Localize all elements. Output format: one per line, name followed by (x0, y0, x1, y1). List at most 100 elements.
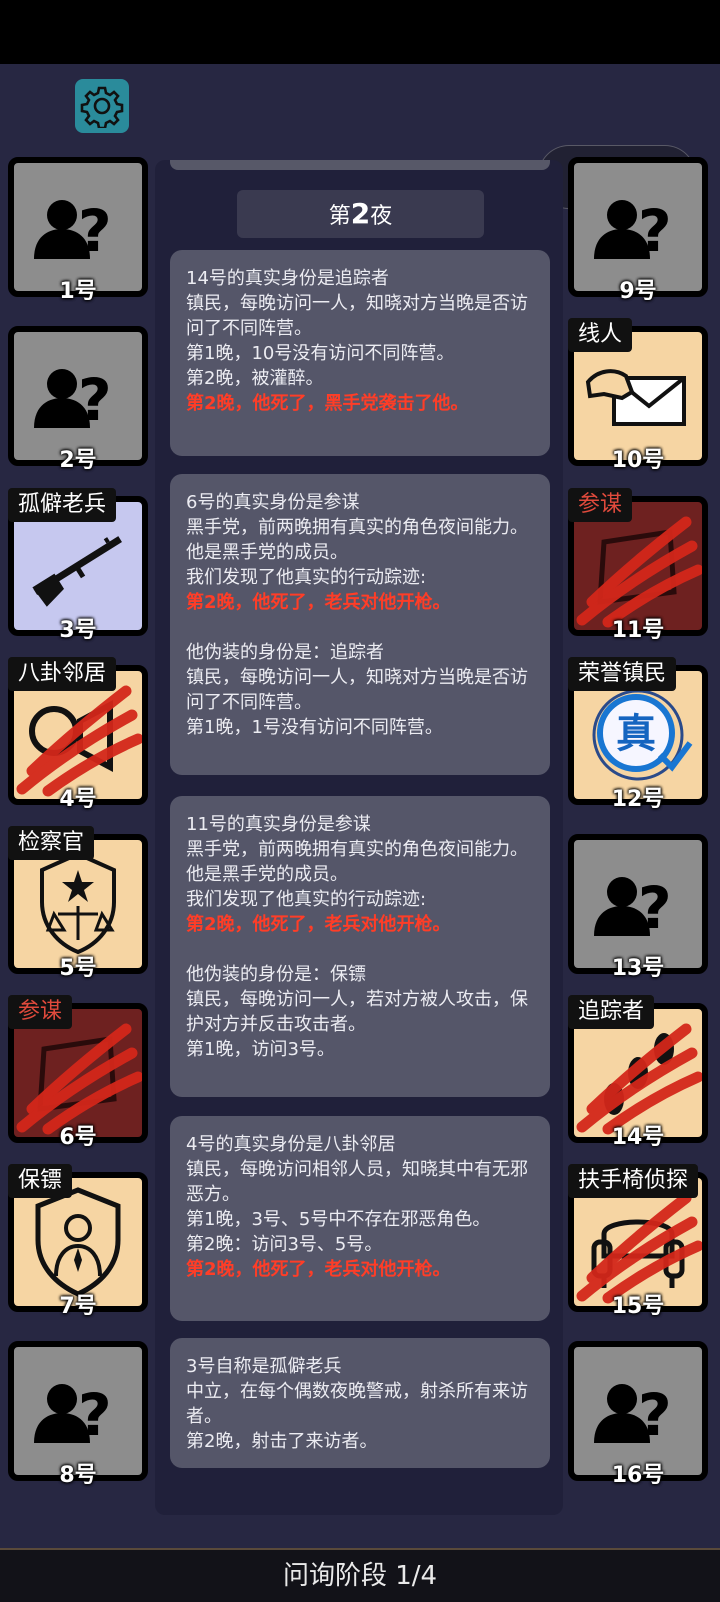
card-line: 他伪装的身份是：追踪者 (186, 642, 384, 663)
settings-button[interactable] (75, 79, 129, 133)
card-line: 我们发现了他真实的行动踪迹: (186, 567, 427, 588)
unknown-player-icon: ? (594, 874, 672, 942)
card-spacer (186, 937, 534, 962)
role-tag: 追踪者 (568, 995, 655, 1029)
role-tag: 扶手椅侦探 (568, 1164, 699, 1198)
player-slot-9[interactable]: ? 9号 (568, 157, 708, 304)
player-number: 15号 (611, 1294, 665, 1319)
card-line: 第2晚：访问3号、5号。 (186, 1234, 383, 1255)
svg-text:?: ? (78, 197, 112, 265)
card-line: 3号自称是孤僻老兵 (186, 1356, 342, 1377)
svg-text:?: ? (78, 1381, 112, 1449)
player-number: 11号 (611, 618, 665, 643)
night-title-suffix: 夜 (370, 204, 393, 229)
night-title: 第2夜 (237, 190, 484, 238)
player-number: 14号 (611, 1125, 665, 1150)
player-slot-12[interactable]: 真 荣誉镇民 12号 (568, 657, 708, 812)
card-line: 他伪装的身份是：保镖 (186, 964, 366, 985)
player-slot-4[interactable]: 八卦邻居 4号 (8, 657, 148, 812)
player-slot-13[interactable]: ? 13号 (568, 834, 708, 981)
player-slot-11[interactable]: 参谋 11号 (568, 488, 708, 643)
log-card: 3号自称是孤僻老兵中立，在每个偶数夜晚警戒，射杀所有来访者。第2晚，射击了来访者… (170, 1338, 550, 1468)
role-tag: 参谋 (8, 995, 73, 1029)
player-number: 6号 (59, 1125, 97, 1150)
role-tag: 参谋 (568, 488, 633, 522)
player-number: 8号 (59, 1463, 97, 1488)
player-slot-3[interactable]: 孤僻老兵 3号 (8, 488, 148, 643)
player-slot-15[interactable]: 扶手椅侦探 15号 (568, 1164, 708, 1319)
player-slot-10[interactable]: 线人 10号 (568, 318, 708, 473)
svg-text:?: ? (638, 197, 672, 265)
card-line: 他是黑手党的成员。 (186, 864, 348, 885)
player-number: 5号 (59, 956, 97, 981)
player-slot-7[interactable]: 保镖 7号 (8, 1164, 148, 1319)
card-line: 镇民，每晚访问一人，知晓对方当晚是否访问了不同阵营。 (186, 667, 528, 713)
card-spacer (186, 615, 534, 640)
death-notice: 第2晚，他死了，老兵对他开枪。 (186, 914, 451, 935)
player-slot-8[interactable]: ? 8号 (8, 1341, 148, 1488)
card-line: 第1晚，10号没有访问不同阵营。 (186, 343, 455, 364)
card-line: 黑手党，前两晚拥有真实的角色夜间能力。 (186, 839, 528, 860)
unknown-player-icon: ? (594, 1381, 672, 1449)
card-line: 中立，在每个偶数夜晚警戒，射杀所有来访者。 (186, 1381, 528, 1427)
card-line: 镇民，每晚访问一人，知晓对方当晚是否访问了不同阵营。 (186, 293, 528, 339)
gear-icon (80, 86, 124, 128)
player-number: 10号 (611, 448, 665, 473)
player-number: 12号 (611, 787, 665, 812)
role-tag: 八卦邻居 (8, 657, 117, 691)
card-line: 黑手党，前两晚拥有真实的角色夜间能力。 (186, 517, 528, 538)
player-slot-6[interactable]: 参谋 6号 (8, 995, 148, 1150)
seal-text: 真 (616, 711, 656, 757)
svg-text:?: ? (638, 1381, 672, 1449)
card-line: 第1晚，1号没有访问不同阵营。 (186, 717, 443, 738)
role-tag: 孤僻老兵 (8, 488, 117, 522)
card-line: 4号的真实身份是八卦邻居 (186, 1134, 396, 1155)
player-number: 4号 (59, 787, 97, 812)
player-number: 2号 (59, 448, 97, 473)
player-slot-16[interactable]: ? 16号 (568, 1341, 708, 1488)
player-number: 9号 (619, 279, 657, 304)
player-number: 1号 (59, 279, 97, 304)
unknown-player-icon: ? (594, 197, 672, 265)
role-tag: 检察官 (8, 826, 95, 860)
phase-label: 问询阶段 1/4 (282, 1561, 438, 1591)
phase-bar: 问询阶段 1/4 (0, 1548, 720, 1602)
player-slot-14[interactable]: 追踪者 14号 (568, 995, 708, 1150)
player-slot-1[interactable]: ? 1号 (8, 157, 148, 304)
card-line: 他是黑手党的成员。 (186, 542, 348, 563)
card-line: 11号的真实身份是参谋 (186, 814, 371, 835)
night-number: 2 (350, 197, 371, 230)
card-line: 第2晚，射击了来访者。 (186, 1431, 378, 1452)
log-card: 11号的真实身份是参谋黑手党，前两晚拥有真实的角色夜间能力。 他是黑手党的成员。我… (170, 796, 550, 1097)
card-line: 6号的真实身份是参谋 (186, 492, 360, 513)
log-card: 14号的真实身份是追踪者镇民，每晚访问一人，知晓对方当晚是否访问了不同阵营。第1… (170, 250, 550, 456)
player-number: 3号 (59, 618, 97, 643)
role-tag: 线人 (568, 318, 633, 352)
death-notice: 第2晚，他死了，老兵对他开枪。 (186, 1259, 451, 1280)
player-number: 13号 (611, 956, 665, 981)
unknown-player-icon: ? (34, 1381, 112, 1449)
night-title-prefix: 第 (328, 204, 351, 229)
log-card: 6号的真实身份是参谋黑手党，前两晚拥有真实的角色夜间能力。 他是黑手党的成员。我们… (170, 474, 550, 775)
svg-text:?: ? (78, 366, 112, 434)
card-line: 镇民，每晚访问相邻人员，知晓其中有无邪恶方。 (186, 1159, 528, 1205)
player-slot-5[interactable]: 检察官 5号 (8, 826, 148, 981)
card-line: 第2晚，被灌醉。 (186, 368, 324, 389)
unknown-player-icon: ? (34, 197, 112, 265)
player-slot-2[interactable]: ? 2号 (8, 326, 148, 473)
unknown-player-icon: ? (34, 366, 112, 434)
player-number: 7号 (59, 1294, 97, 1319)
death-notice: 第2晚，他死了，黑手党袭击了他。 (186, 393, 469, 414)
card-line: 14号的真实身份是追踪者 (186, 268, 389, 289)
card-line: 第1晚，3号、5号中不存在邪恶角色。 (186, 1209, 491, 1230)
role-tag: 荣誉镇民 (568, 657, 677, 691)
death-notice: 第2晚，他死了，老兵对他开枪。 (186, 592, 451, 613)
log-card: 4号的真实身份是八卦邻居镇民，每晚访问相邻人员，知晓其中有无邪恶方。第1晚，3号… (170, 1116, 550, 1321)
status-bar (0, 0, 720, 64)
svg-text:?: ? (638, 874, 672, 942)
card-line: 第1晚，访问3号。 (186, 1039, 335, 1060)
card-line: 镇民，每晚访问一人，若对方被人攻击，保护对方并反击攻击者。 (186, 989, 528, 1035)
card-line: 我们发现了他真实的行动踪迹: (186, 889, 427, 910)
role-tag: 保镖 (8, 1164, 73, 1198)
log-scroll-top-bar (170, 160, 550, 170)
